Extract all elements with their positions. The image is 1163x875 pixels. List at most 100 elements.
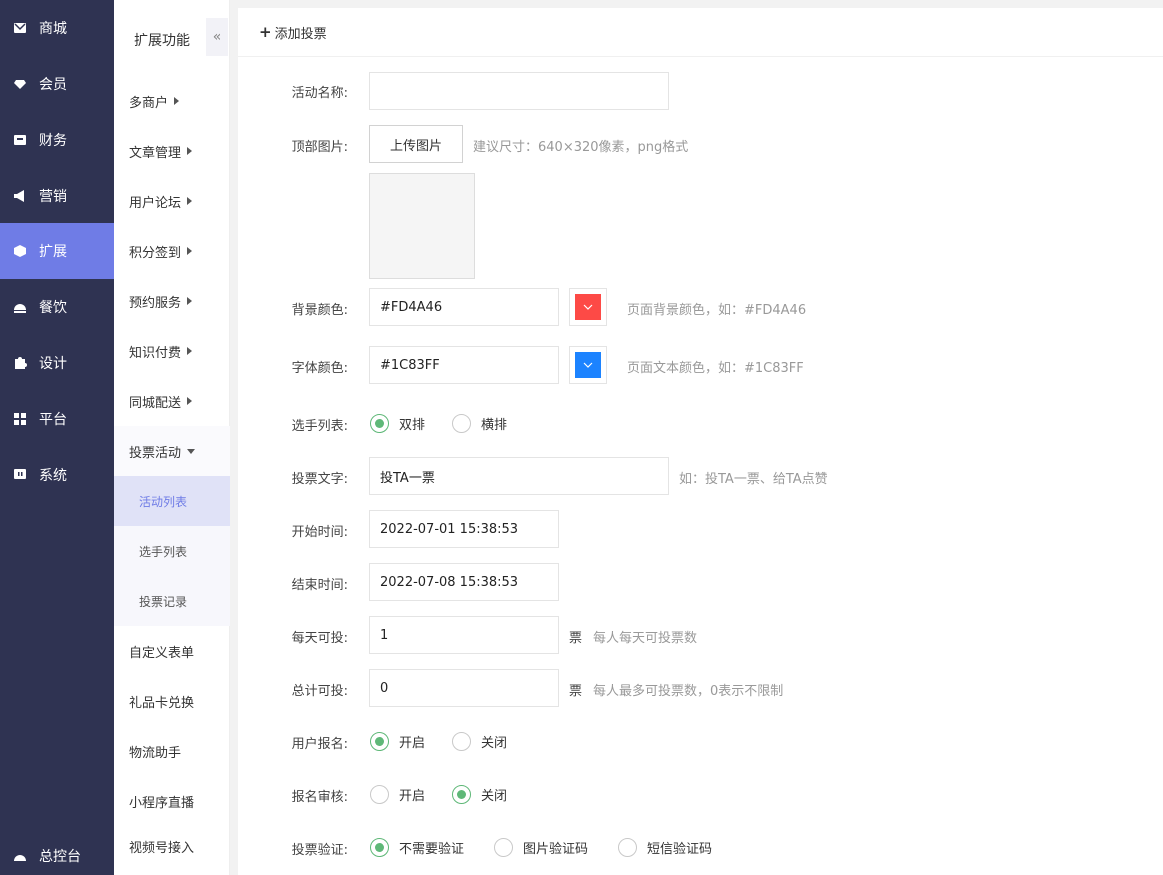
- caret-right-icon: [187, 247, 193, 255]
- nav2-subitem-player-list[interactable]: 选手列表: [114, 526, 230, 576]
- daily-votes-input[interactable]: 1: [369, 616, 559, 654]
- end-time-input[interactable]: 2022-07-08 15:38:53: [369, 563, 559, 601]
- vote-text-input[interactable]: 投TA一票: [369, 457, 669, 495]
- nav-item-label: 平台: [39, 412, 67, 428]
- radio-signup-off[interactable]: 关闭: [452, 732, 507, 751]
- nav-item-member[interactable]: 会员: [0, 56, 114, 112]
- font-color-chip: [575, 352, 601, 378]
- main-panel: + 添加投票 活动名称: 顶部图片: 上传图片 建议尺寸：640×320像素，p…: [238, 8, 1163, 875]
- radio-review-on[interactable]: 开启: [370, 785, 425, 804]
- nav2-item-mini-live[interactable]: 小程序直播: [114, 776, 230, 826]
- nav2-item-booking[interactable]: 预约服务: [114, 276, 230, 326]
- page-title: 添加投票: [274, 26, 327, 42]
- nav2-item-points-checkin[interactable]: 积分签到: [114, 226, 230, 276]
- radio-label: 双排: [399, 418, 426, 433]
- start-time-input[interactable]: 2022-07-01 15:38:53: [369, 510, 559, 548]
- grid-icon: [13, 412, 27, 426]
- name-label: 活动名称:: [291, 86, 348, 101]
- nav2-item-gift-card[interactable]: 礼品卡兑换: [114, 676, 230, 726]
- nav2-item-label: 活动列表: [139, 494, 188, 509]
- nav2-subitem-activity-list[interactable]: 活动列表: [114, 476, 230, 526]
- nav-item-marketing[interactable]: 营销: [0, 168, 114, 224]
- radio-dot: [452, 414, 471, 433]
- total-unit: 票: [569, 684, 583, 699]
- nav2-item-label: 物流助手: [129, 745, 182, 761]
- megaphone-icon: [13, 189, 27, 203]
- monitor-icon: [13, 468, 27, 482]
- diamond-icon: [13, 77, 27, 91]
- vote-text-hint: 如：投TA一票、给TA点赞: [679, 472, 828, 487]
- secondary-nav-header: 扩展功能 «: [114, 0, 230, 76]
- nav2-item-label: 投票记录: [139, 594, 188, 609]
- nav-item-extension[interactable]: 扩展: [0, 223, 114, 279]
- nav2-item-label: 文章管理: [129, 145, 182, 161]
- nav2-item-voting[interactable]: 投票活动: [114, 426, 230, 476]
- chevron-down-icon: [583, 362, 593, 368]
- dish-icon: [13, 300, 27, 314]
- bg-color-input[interactable]: #FD4A46: [369, 288, 559, 326]
- nav-item-platform[interactable]: 平台: [0, 391, 114, 447]
- nav-item-label: 设计: [39, 356, 67, 372]
- nav2-item-forum[interactable]: 用户论坛: [114, 176, 230, 226]
- radio-dot: [370, 838, 389, 857]
- nav2-item-local-delivery[interactable]: 同城配送: [114, 376, 230, 426]
- nav2-subitem-vote-records[interactable]: 投票记录: [114, 576, 230, 626]
- banner-hint: 建议尺寸：640×320像素，png格式: [473, 140, 689, 155]
- radio-signup-on[interactable]: 开启: [370, 732, 425, 751]
- caret-right-icon: [187, 147, 193, 155]
- radio-verify-none[interactable]: 不需要验证: [370, 838, 464, 857]
- total-hint: 每人最多可投票数，0表示不限制: [593, 684, 784, 699]
- secondary-nav: 扩展功能 « 多商户 文章管理 用户论坛 积分签到 预约服务 知识付费 同城配送…: [114, 0, 230, 875]
- caret-right-icon: [187, 197, 193, 205]
- activity-name-input[interactable]: [369, 72, 669, 110]
- nav2-item-label: 礼品卡兑换: [129, 695, 195, 711]
- nav2-item-logistics[interactable]: 物流助手: [114, 726, 230, 776]
- nav2-item-label: 用户论坛: [129, 195, 182, 211]
- nav2-item-label: 小程序直播: [129, 795, 195, 811]
- banner-preview[interactable]: [369, 173, 475, 279]
- primary-nav: 商城 会员 财务 营销 扩展 餐饮 设计 平台 系统 总控台: [0, 0, 114, 875]
- secondary-nav-title: 扩展功能: [134, 33, 190, 49]
- nav-item-system[interactable]: 系统: [0, 447, 114, 503]
- caret-right-icon: [174, 97, 180, 105]
- radio-dot: [370, 785, 389, 804]
- radio-label: 关闭: [481, 789, 508, 804]
- radio-horizontal[interactable]: 横排: [452, 414, 507, 433]
- radio-verify-image[interactable]: 图片验证码: [494, 838, 588, 857]
- vote-text-label: 投票文字:: [291, 472, 348, 487]
- total-votes-input[interactable]: 0: [369, 669, 559, 707]
- upload-image-button[interactable]: 上传图片: [369, 125, 463, 163]
- caret-right-icon: [187, 297, 193, 305]
- radio-label: 图片验证码: [523, 842, 589, 857]
- cube-icon: [13, 244, 27, 258]
- nav2-item-channels[interactable]: 视频号接入: [114, 826, 230, 856]
- nav-item-mall[interactable]: 商城: [0, 0, 114, 56]
- nav-item-finance[interactable]: 财务: [0, 112, 114, 168]
- radio-verify-sms[interactable]: 短信验证码: [618, 838, 712, 857]
- nav2-item-multi-merchant[interactable]: 多商户: [114, 76, 230, 126]
- bg-color-picker[interactable]: [569, 288, 607, 326]
- banner-label: 顶部图片:: [291, 140, 348, 155]
- nav2-item-custom-form[interactable]: 自定义表单: [114, 626, 230, 676]
- radio-label: 横排: [481, 418, 508, 433]
- nav2-item-label: 自定义表单: [129, 645, 195, 661]
- radio-review-off[interactable]: 关闭: [452, 785, 507, 804]
- speedometer-icon: [13, 850, 27, 864]
- nav-item-label: 扩展: [39, 244, 67, 260]
- font-color-input[interactable]: #1C83FF: [369, 346, 559, 384]
- radio-label: 不需要验证: [399, 842, 465, 857]
- nav-item-label: 财务: [39, 133, 67, 149]
- nav2-item-articles[interactable]: 文章管理: [114, 126, 230, 176]
- radio-double-row[interactable]: 双排: [370, 414, 425, 433]
- nav-item-design[interactable]: 设计: [0, 335, 114, 391]
- wallet-icon: [13, 133, 27, 147]
- nav-item-console[interactable]: 总控台: [0, 830, 114, 866]
- radio-label: 关闭: [481, 736, 508, 751]
- signup-label: 用户报名:: [291, 737, 348, 752]
- caret-right-icon: [187, 347, 193, 355]
- nav-item-catering[interactable]: 餐饮: [0, 279, 114, 335]
- font-color-picker[interactable]: [569, 346, 607, 384]
- nav2-item-paid-knowledge[interactable]: 知识付费: [114, 326, 230, 376]
- daily-unit: 票: [569, 631, 583, 646]
- collapse-button[interactable]: «: [206, 18, 228, 56]
